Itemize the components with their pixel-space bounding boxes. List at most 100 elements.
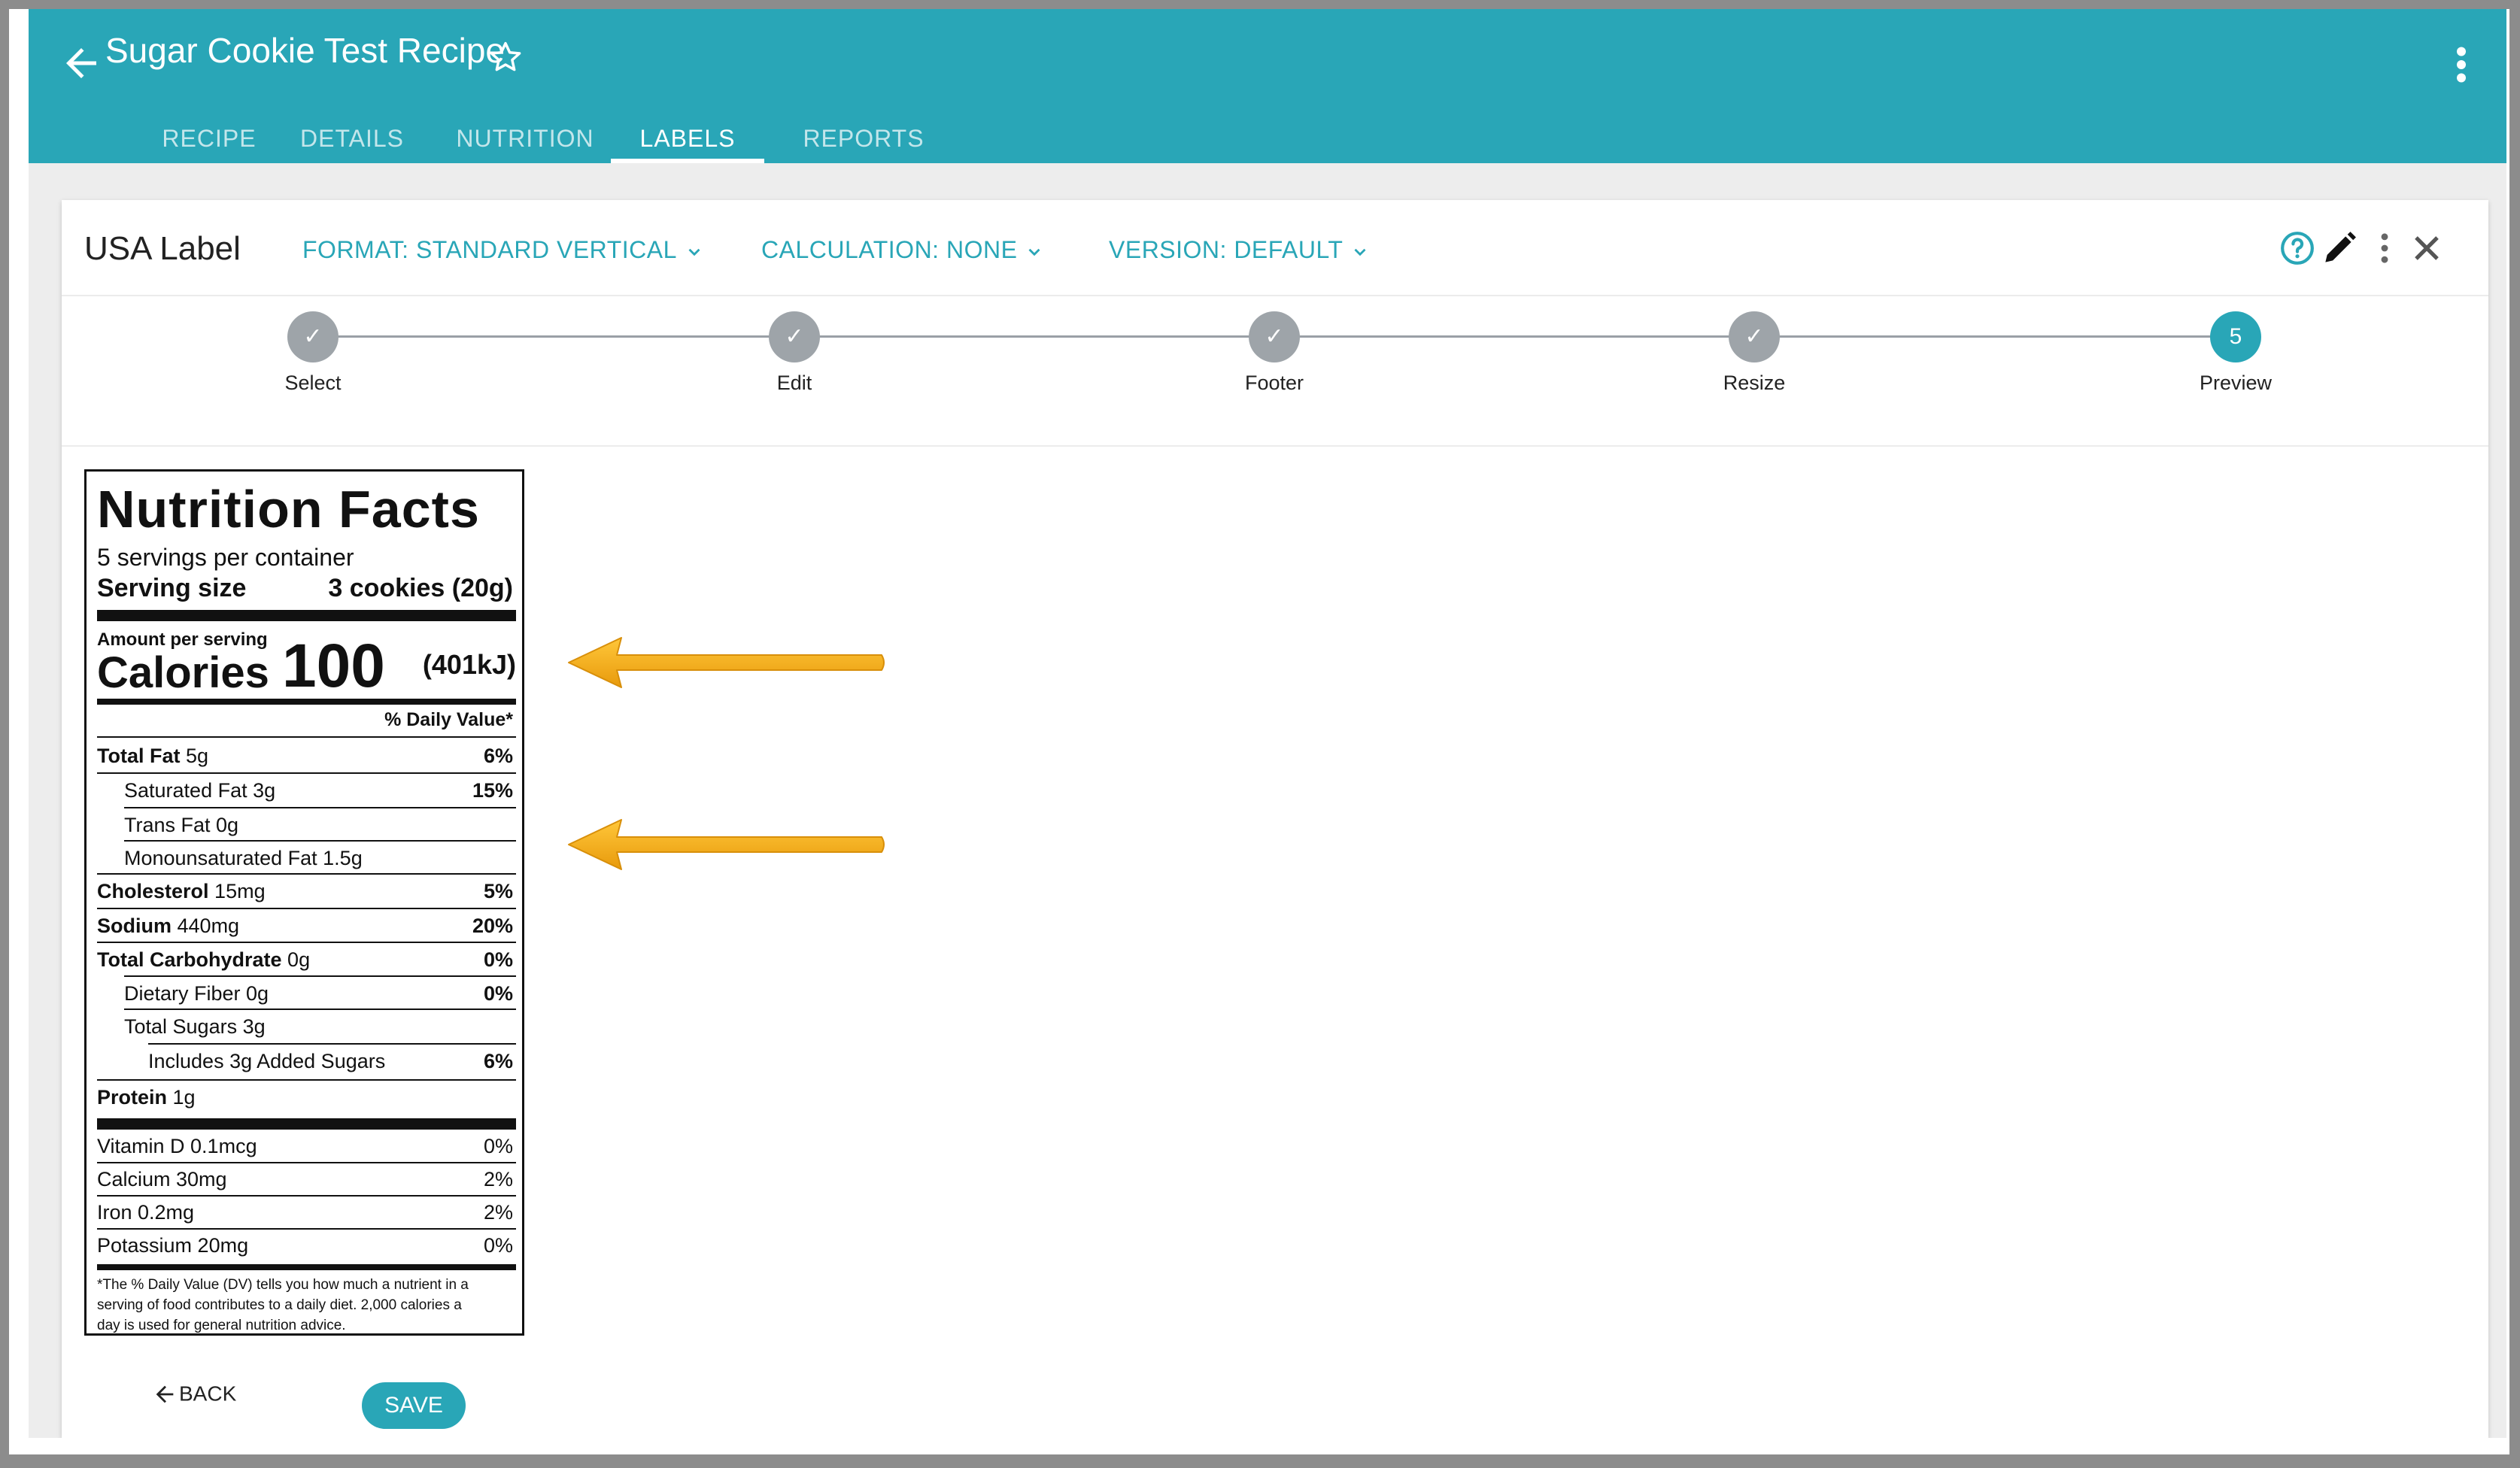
nutrient-dv: 6% — [483, 745, 513, 767]
footnote-line: day is used for general nutrition advice… — [97, 1318, 346, 1333]
nutrient-name: Includes 3g Added Sugars — [148, 1050, 386, 1072]
nutrient-row-total-fat: Total Fat 5g 6% — [97, 739, 516, 772]
footnote-line: *The % Daily Value (DV) tells you how mu… — [97, 1277, 469, 1293]
chevron-down-icon — [1354, 248, 1366, 256]
format-dropdown[interactable]: FORMAT: STANDARD VERTICAL — [302, 236, 704, 264]
nutrient-row-monounsaturated-fat: Monounsaturated Fat 1.5g — [97, 842, 516, 875]
label-heading: Nutrition Facts — [97, 480, 480, 538]
version-dropdown[interactable]: VERSION: DEFAULT — [1109, 236, 1370, 264]
nutrient-amount: 440mg — [177, 914, 240, 937]
app-window: Sugar Cookie Test Recipe RECIPE DETAILS … — [29, 9, 2506, 1438]
serving-size-value: 3 cookies (20g) — [328, 574, 513, 602]
help-icon[interactable] — [2276, 227, 2318, 269]
nutrient-amount: 15mg — [214, 880, 266, 902]
step-footer-label: Footer — [1244, 372, 1304, 394]
back-arrow-icon[interactable] — [59, 41, 104, 86]
nutrient-row-saturated-fat: Saturated Fat 3g 15% — [97, 774, 516, 807]
step-footer-marker[interactable]: ✓ — [1249, 311, 1300, 362]
label-card: USA Label FORMAT: STANDARD VERTICAL CALC… — [62, 200, 2488, 1438]
close-icon[interactable] — [2406, 227, 2448, 269]
step-resize-marker[interactable]: ✓ — [1729, 311, 1780, 362]
tab-labels[interactable]: LABELS — [611, 114, 764, 163]
nutrient-row-added-sugars: Includes 3g Added Sugars 6% — [97, 1045, 516, 1078]
nutrient-dv: 5% — [483, 880, 513, 902]
tab-details[interactable]: DETAILS — [277, 114, 427, 163]
vitamin-dv: 2% — [483, 1168, 513, 1190]
nutrient-amount: 1g — [172, 1086, 196, 1109]
calories-value: 100 — [282, 632, 385, 700]
nutrient-dv: 15% — [472, 779, 513, 802]
star-icon[interactable] — [486, 38, 525, 77]
vitamin-row: Calcium 30mg 2% — [97, 1163, 516, 1196]
thick-rule — [97, 610, 516, 621]
vitamin-name: Iron 0.2mg — [97, 1201, 195, 1224]
nutrient-name: Cholesterol — [97, 880, 209, 902]
servings-per-container: 5 servings per container — [97, 544, 354, 571]
step-preview-marker[interactable]: 5 — [2210, 311, 2261, 362]
save-button[interactable]: SAVE — [362, 1382, 466, 1429]
vitamin-row: Iron 0.2mg 2% — [97, 1196, 516, 1229]
chevron-down-icon — [688, 248, 700, 256]
nutrient-name: Trans Fat 0g — [124, 814, 239, 836]
nutrient-row-protein: Protein 1g — [97, 1081, 516, 1114]
footnote: *The % Daily Value (DV) tells you how mu… — [97, 1275, 469, 1336]
active-tab-indicator — [611, 159, 764, 163]
calories-label: Calories — [97, 648, 269, 697]
back-button[interactable]: BACK — [152, 1381, 236, 1407]
nutrient-row-cholesterol: Cholesterol 15mg 5% — [97, 875, 516, 908]
footnote-line: serving of food contributes to a daily d… — [97, 1297, 462, 1313]
stepper-divider — [62, 445, 2488, 447]
step-preview-label: Preview — [2199, 372, 2273, 394]
tab-recipe[interactable]: RECIPE — [134, 114, 284, 163]
arrow-back-icon — [156, 1385, 174, 1403]
nutrient-row-trans-fat: Trans Fat 0g — [97, 808, 516, 842]
vitamin-dv: 0% — [483, 1234, 513, 1257]
calories-kj: (401kJ) — [422, 649, 516, 680]
nutrient-amount: 5g — [186, 745, 209, 767]
header-divider — [62, 295, 2488, 296]
recipe-title: Sugar Cookie Test Recipe — [105, 31, 505, 70]
calculation-dropdown[interactable]: CALCULATION: NONE — [761, 236, 1044, 264]
chevron-down-icon — [1028, 248, 1040, 256]
nutrient-name: Total Sugars 3g — [124, 1015, 266, 1038]
nutrient-row-total-carbohydrate: Total Carbohydrate 0g 0% — [97, 943, 516, 976]
step-resize-label: Resize — [1723, 372, 1786, 394]
nutrient-dv: 0% — [483, 948, 513, 971]
nutrient-row-dietary-fiber: Dietary Fiber 0g 0% — [97, 977, 516, 1010]
nutrient-row-sodium: Sodium 440mg 20% — [97, 909, 516, 942]
nutrient-name: Dietary Fiber 0g — [124, 982, 269, 1005]
vitamin-dv: 2% — [483, 1201, 513, 1224]
app-header: Sugar Cookie Test Recipe RECIPE DETAILS … — [29, 9, 2506, 163]
nutrition-facts-label: Nutrition Facts 5 servings per container… — [84, 469, 524, 1336]
callout-arrow-icon — [568, 819, 885, 870]
tab-nutrition[interactable]: NUTRITION — [435, 114, 615, 163]
vitamin-row: Vitamin D 0.1mcg 0% — [97, 1130, 516, 1163]
nutrient-name: Protein — [97, 1086, 168, 1109]
nutrient-name: Total Fat — [97, 745, 181, 767]
nutrient-row-total-sugars: Total Sugars 3g — [97, 1010, 516, 1043]
serving-size-label: Serving size — [97, 574, 247, 602]
nutrient-name: Monounsaturated Fat 1.5g — [124, 847, 363, 869]
more-vert-icon[interactable] — [2364, 227, 2406, 269]
medium-rule — [97, 1264, 516, 1270]
nutrient-dv: 0% — [483, 982, 513, 1005]
vitamin-row: Potassium 20mg 0% — [97, 1229, 516, 1262]
vitamin-dv: 0% — [483, 1135, 513, 1157]
nutrient-name: Sodium — [97, 914, 172, 937]
nutrient-amount: 0g — [287, 948, 311, 971]
step-edit-label: Edit — [776, 372, 812, 394]
vitamin-name: Calcium 30mg — [97, 1168, 227, 1190]
more-vert-icon[interactable] — [2452, 42, 2470, 87]
step-edit-marker[interactable]: ✓ — [769, 311, 820, 362]
thick-rule — [97, 1118, 516, 1130]
nutrient-name: Total Carbohydrate — [97, 948, 282, 971]
tab-reports[interactable]: REPORTS — [781, 114, 946, 163]
edit-pencil-icon[interactable] — [2318, 227, 2361, 269]
vitamin-name: Vitamin D 0.1mcg — [97, 1135, 257, 1157]
nutrient-dv: 6% — [483, 1050, 513, 1072]
medium-rule — [97, 699, 516, 705]
step-select-marker[interactable]: ✓ — [287, 311, 339, 362]
daily-value-header: % Daily Value* — [384, 709, 513, 730]
vitamin-name: Potassium 20mg — [97, 1234, 249, 1257]
card-title: USA Label — [84, 230, 241, 267]
